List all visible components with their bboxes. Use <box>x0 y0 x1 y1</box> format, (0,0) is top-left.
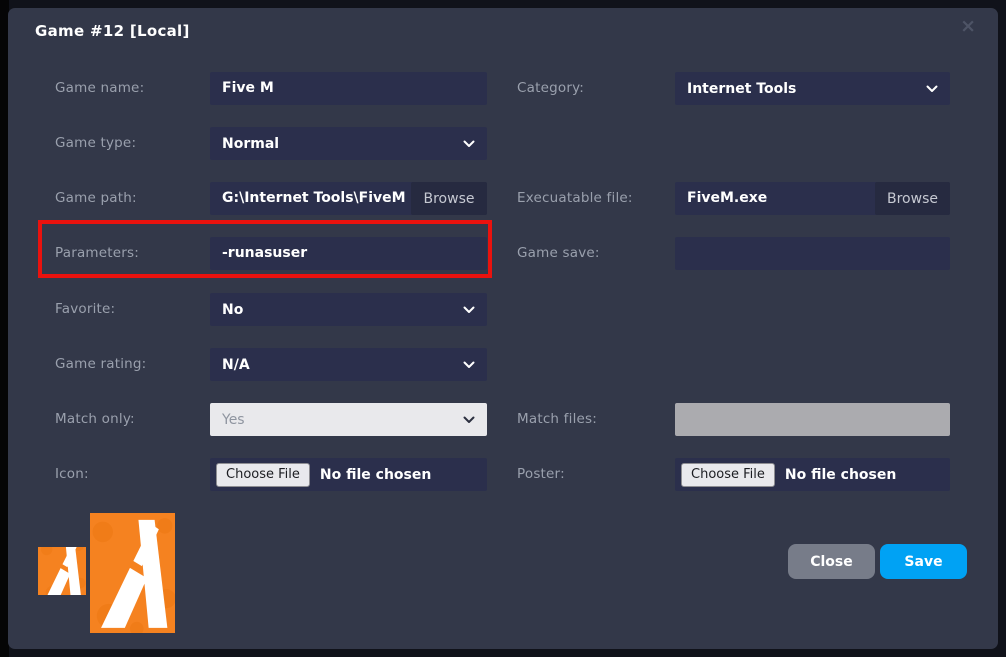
favorite-label: Favorite: <box>55 293 205 326</box>
game-rating-label: Game rating: <box>55 348 205 381</box>
match-only-value: Yes <box>222 412 245 428</box>
poster-choose-file-button[interactable]: Choose File <box>681 463 775 487</box>
favorite-select[interactable]: No <box>210 293 487 326</box>
game-save-label: Game save: <box>517 237 667 270</box>
icon-file-status: No file chosen <box>320 467 431 483</box>
chevron-down-icon <box>926 85 938 93</box>
close-icon[interactable]: × <box>960 14 976 38</box>
category-select[interactable]: Internet Tools <box>675 72 950 105</box>
match-only-label: Match only: <box>55 403 205 436</box>
game-rating-select[interactable]: N/A <box>210 348 487 381</box>
category-value: Internet Tools <box>687 81 796 97</box>
chevron-down-icon <box>463 416 475 424</box>
game-name-input[interactable] <box>210 72 487 105</box>
poster-label: Poster: <box>517 458 667 491</box>
match-files-input <box>675 403 950 436</box>
fivem-poster <box>90 513 175 633</box>
parameters-input[interactable] <box>210 237 487 270</box>
game-edit-dialog: Game #12 [Local] × Game name: Category: … <box>8 8 998 649</box>
game-type-select[interactable]: Normal <box>210 127 487 160</box>
chevron-down-icon <box>463 361 475 369</box>
poster-file-status: No file chosen <box>785 467 896 483</box>
match-only-select: Yes <box>210 403 487 436</box>
game-name-label: Game name: <box>55 72 205 105</box>
game-rating-value: N/A <box>222 357 250 373</box>
close-button[interactable]: Close <box>788 544 875 579</box>
dialog-title: Game #12 [Local] <box>35 22 190 40</box>
game-save-input[interactable] <box>675 237 950 270</box>
icon-file-input[interactable]: Choose File No file chosen <box>210 458 487 491</box>
icon-choose-file-button[interactable]: Choose File <box>216 463 310 487</box>
chevron-down-icon <box>463 140 475 148</box>
parameters-label: Parameters: <box>55 237 205 270</box>
executable-file-label: Execuatable file: <box>517 182 667 215</box>
game-path-browse-button[interactable]: Browse <box>411 182 487 215</box>
game-path-label: Game path: <box>55 182 205 215</box>
icon-label: Icon: <box>55 458 205 491</box>
executable-file-browse-button[interactable]: Browse <box>875 182 950 215</box>
game-type-label: Game type: <box>55 127 205 160</box>
game-type-value: Normal <box>222 136 279 152</box>
fivem-icon <box>38 547 86 595</box>
save-button[interactable]: Save <box>880 544 967 579</box>
chevron-down-icon <box>463 306 475 314</box>
favorite-value: No <box>222 302 243 318</box>
match-files-label: Match files: <box>517 403 667 436</box>
category-label: Category: <box>517 72 667 105</box>
poster-file-input[interactable]: Choose File No file chosen <box>675 458 950 491</box>
